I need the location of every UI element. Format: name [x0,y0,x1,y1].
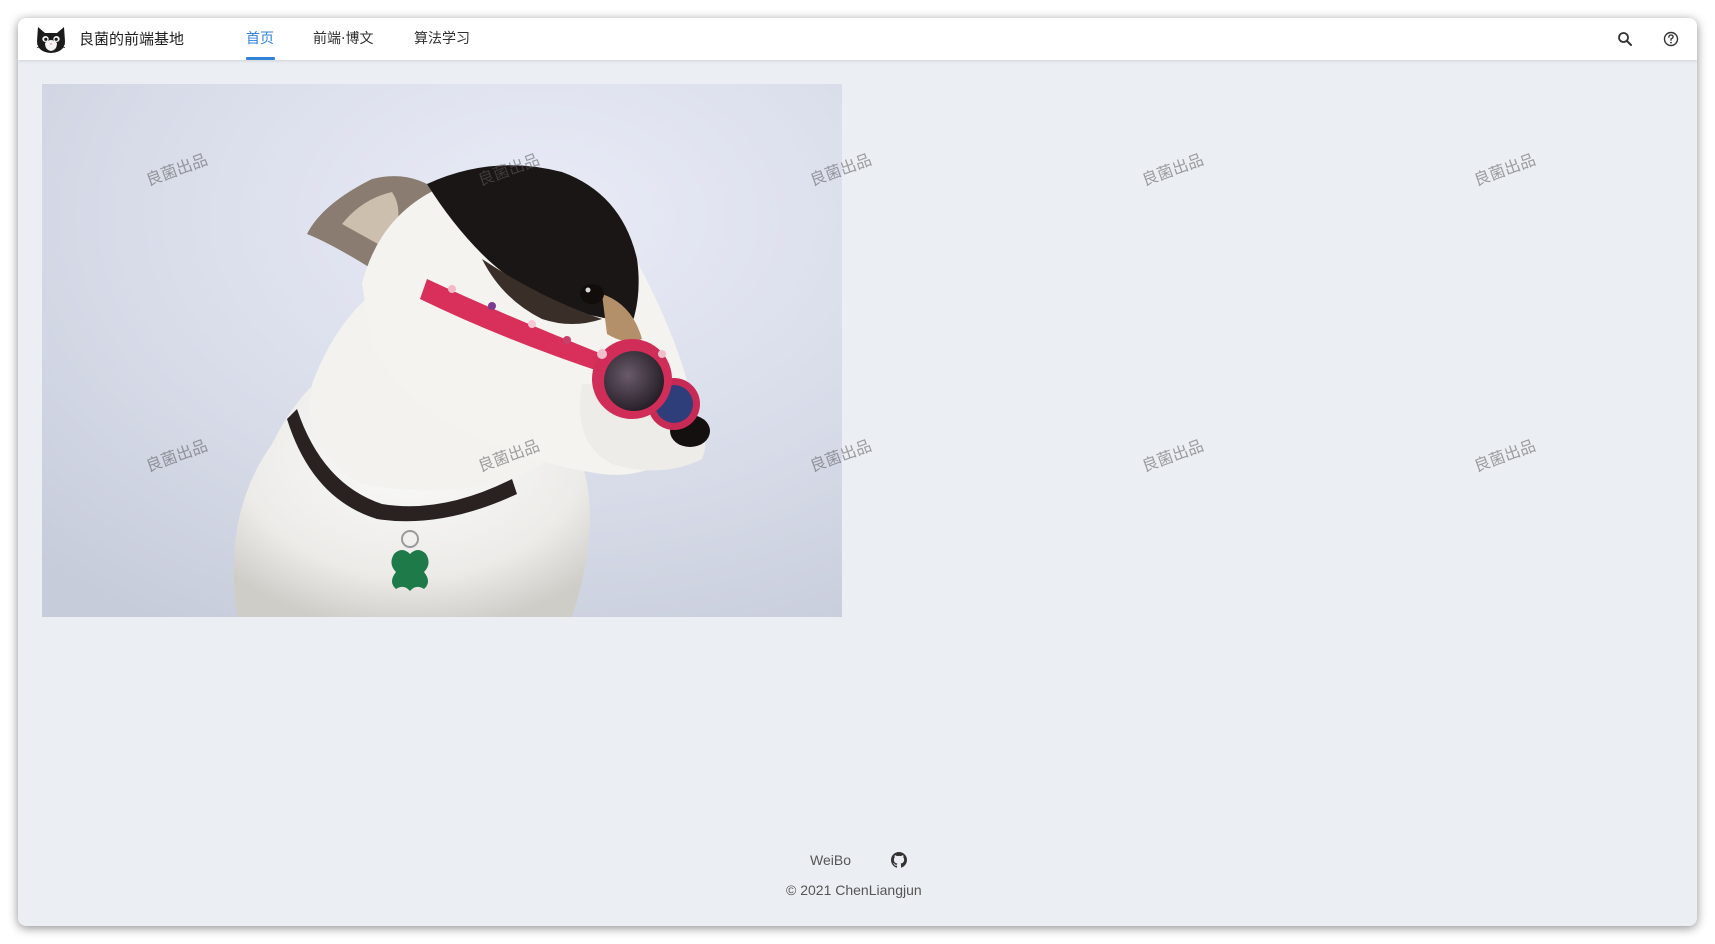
site-title[interactable]: 良菌的前端基地 [79,28,184,49]
search-icon[interactable] [1615,29,1635,49]
copyright-text: 2021 ChenLiangjun [800,882,922,898]
cat-logo-icon[interactable] [34,21,68,55]
watermark-text: 良菌出品 [1471,149,1539,190]
copyright: © 2021 ChenLiangjun [786,882,922,898]
copyright-symbol: © [786,882,797,898]
footer-weibo-link[interactable]: WeiBo [810,852,851,868]
navbar: 良菌的前端基地 首页 前端·博文 算法学习 [18,18,1697,60]
watermark-text: 良菌出品 [1139,149,1207,190]
github-icon[interactable] [891,852,907,868]
hero-image-dog-wearing-sunglasses [42,84,842,617]
nav-item-frontend-blog[interactable]: 前端·博文 [313,28,373,48]
watermark-text: 良菌出品 [1139,435,1207,476]
app-window: 良菌的前端基地 首页 前端·博文 算法学习 良菌出品 良菌出品 良菌出品 良菌出… [18,18,1697,926]
nav-item-algorithm-study[interactable]: 算法学习 [414,28,470,48]
help-icon[interactable] [1661,29,1681,49]
watermark-text: 良菌出品 [1471,435,1539,476]
nav-active-indicator [246,57,275,60]
nav-item-home[interactable]: 首页 [246,28,274,48]
